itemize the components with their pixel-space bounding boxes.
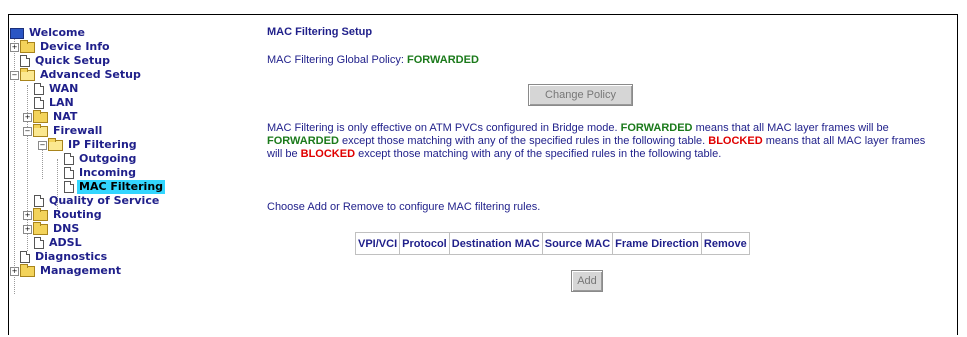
collapse-minus-icon[interactable]: − [38,140,47,150]
sidebar-item-label: Device Info [40,40,110,53]
folder-open-icon [48,137,63,151]
column-header-vpi-vci: VPI/VCI [354,232,401,255]
folder-icon [33,207,48,221]
sidebar-item-diagnostics[interactable]: Diagnostics [20,250,109,264]
sidebar-item-label: LAN [49,96,74,109]
expand-plus-icon[interactable]: + [10,266,19,276]
sidebar-item-quick-setup[interactable]: Quick Setup [20,54,112,68]
page-title: MAC Filtering Setup [267,26,373,38]
sidebar-item-ip-filtering[interactable]: − IP Filtering [38,137,139,152]
document-icon [34,195,44,207]
sidebar-item-label: Welcome [29,26,85,39]
document-icon [20,55,30,67]
document-icon [34,97,44,109]
expand-plus-icon[interactable]: + [10,42,19,52]
sidebar-item-label: Diagnostics [35,250,108,263]
sidebar-item-label: WAN [49,82,79,95]
desc-text: means that all MAC layer frames will be [692,122,889,134]
column-header-source-mac: Source MAC [541,232,614,255]
sidebar-item-label-selected: MAC Filtering [77,180,166,194]
global-policy: MAC Filtering Global Policy: FORWARDED [267,54,937,66]
folder-icon [33,221,48,235]
sidebar-item-label: Incoming [79,166,136,179]
document-icon [64,167,74,179]
forwarded-keyword: FORWARDED [620,122,693,134]
sidebar-item-device-info[interactable]: + Device Info [10,39,112,54]
policy-label: MAC Filtering Global Policy: [267,54,407,66]
folder-open-icon [20,67,35,81]
sidebar-item-label: Routing [53,208,102,221]
desc-text: except those matching with any of the sp… [355,148,722,160]
blocked-keyword: BLOCKED [708,135,763,147]
sidebar-item-mac-filtering[interactable]: MAC Filtering [64,180,166,194]
description-text: MAC Filtering is only effective on ATM P… [267,122,927,161]
folder-icon [20,39,35,53]
desc-text: MAC Filtering is only effective on ATM P… [267,122,621,134]
sidebar-item-quality-of-service[interactable]: Quality of Service [34,194,161,208]
sidebar-item-label: Advanced Setup [40,68,141,81]
expand-plus-icon[interactable]: + [23,224,32,234]
sidebar-item-adsl[interactable]: ADSL [34,236,84,250]
sidebar-item-lan[interactable]: LAN [34,96,76,110]
folder-icon [33,109,48,123]
column-header-destination-mac: Destination MAC [448,232,543,255]
blocked-keyword: BLOCKED [300,148,356,160]
instructions-text: Choose Add or Remove to configure MAC fi… [267,201,541,213]
document-icon [64,153,74,165]
main-content: MAC Filtering Setup MAC Filtering Global… [267,26,937,292]
sidebar-item-label: Firewall [53,124,103,137]
sidebar-item-welcome[interactable]: Welcome [10,26,87,40]
sidebar-item-nat[interactable]: + NAT [23,109,79,124]
computer-icon [10,27,24,39]
sidebar-item-label: Quick Setup [35,54,110,67]
document-icon [20,251,30,263]
collapse-minus-icon[interactable]: − [23,126,32,136]
sidebar-item-routing[interactable]: + Routing [23,207,104,222]
collapse-minus-icon[interactable]: − [10,70,19,80]
document-icon [34,83,44,95]
add-button[interactable]: Add [571,270,603,292]
sidebar-item-label: ADSL [49,236,82,249]
sidebar-item-advanced-setup[interactable]: − Advanced Setup [10,67,143,82]
change-policy-button[interactable]: Change Policy [528,84,633,106]
folder-open-icon [33,123,48,137]
sidebar-item-label: Outgoing [79,152,137,165]
sidebar-item-wan[interactable]: WAN [34,82,80,96]
document-icon [34,237,44,249]
column-header-protocol: Protocol [399,232,450,255]
table-header-row: VPI/VCI Protocol Destination MAC Source … [354,232,750,255]
column-header-frame-direction: Frame Direction [612,232,702,255]
document-icon [64,181,74,193]
policy-value: FORWARDED [407,54,479,66]
sidebar-item-outgoing[interactable]: Outgoing [64,152,138,166]
expand-plus-icon[interactable]: + [23,210,32,220]
sidebar-item-dns[interactable]: + DNS [23,221,81,236]
mac-filter-rules-table: VPI/VCI Protocol Destination MAC Source … [354,232,750,255]
expand-plus-icon[interactable]: + [23,112,32,122]
sidebar-item-label: Quality of Service [49,194,160,207]
sidebar-item-label: NAT [53,110,78,123]
sidebar-item-label: Management [40,264,121,277]
desc-text: except those matching with any of the sp… [338,135,709,147]
sidebar-item-label: IP Filtering [68,138,137,151]
sidebar-item-incoming[interactable]: Incoming [64,166,138,180]
sidebar-item-label: DNS [53,222,80,235]
forwarded-keyword: FORWARDED [267,135,339,147]
folder-icon [20,263,35,277]
sidebar-item-firewall[interactable]: − Firewall [23,123,104,138]
column-header-remove: Remove [700,232,750,255]
sidebar-item-management[interactable]: + Management [10,263,123,278]
